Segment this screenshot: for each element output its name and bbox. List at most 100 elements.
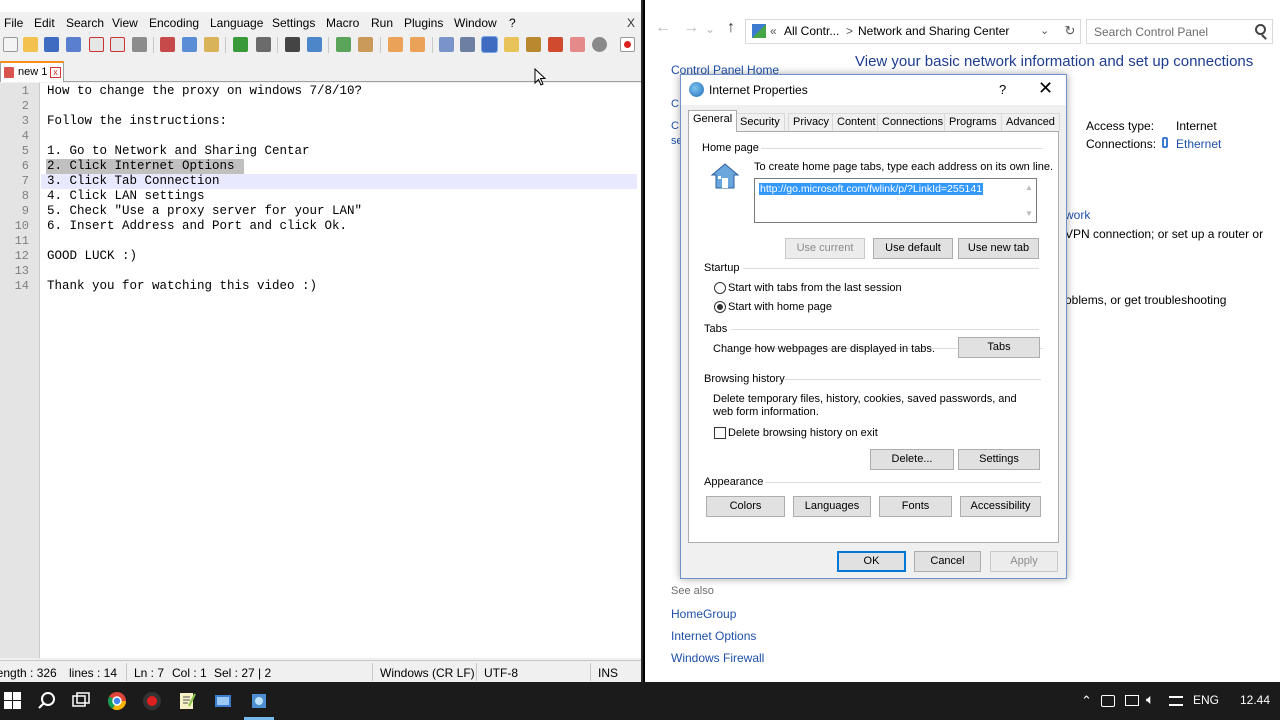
tab-connections[interactable]: Connections — [877, 113, 949, 132]
sidebar-link-fragment[interactable]: C — [671, 120, 679, 132]
windows-start-icon[interactable] — [4, 692, 21, 709]
tab-close-icon[interactable]: x — [50, 67, 61, 78]
close-document-button[interactable]: X — [627, 16, 635, 30]
print-icon[interactable] — [132, 37, 147, 52]
scrollbar[interactable]: ▲ ▼ — [1024, 181, 1034, 220]
tab-general[interactable]: General — [688, 110, 738, 132]
sidebar-link-fragment[interactable]: C — [671, 98, 679, 110]
sync-horizontal-icon[interactable] — [410, 37, 425, 52]
udl-icon[interactable] — [504, 37, 519, 52]
search-icon[interactable] — [37, 691, 57, 711]
function-list-icon[interactable] — [548, 37, 563, 52]
cancel-button[interactable]: Cancel — [914, 551, 981, 572]
tab-programs[interactable]: Programs — [944, 113, 1002, 132]
breadcrumb-all-control-panel[interactable]: All Contr... — [784, 24, 839, 38]
radio-home-page[interactable] — [714, 301, 726, 313]
menu-help[interactable]: ? — [509, 16, 516, 30]
notepad-plus-plus-icon[interactable] — [177, 691, 197, 711]
menu-settings[interactable]: Settings — [272, 16, 315, 30]
internet-properties-taskbar-icon[interactable] — [249, 691, 269, 711]
tab-privacy[interactable]: Privacy — [788, 113, 835, 132]
show-all-characters-icon[interactable] — [460, 37, 475, 52]
ethernet-link[interactable]: Ethernet — [1176, 137, 1221, 151]
history-settings-button[interactable]: Settings — [958, 449, 1040, 470]
menu-plugins[interactable]: Plugins — [404, 16, 443, 30]
record-macro-icon[interactable] — [620, 37, 635, 52]
tab-content[interactable]: Content — [832, 113, 881, 132]
breadcrumb[interactable]: « All Contr... > Network and Sharing Cen… — [745, 19, 1081, 44]
volume-icon[interactable]: 🔈︎ — [1146, 691, 1154, 708]
tab-new-1[interactable]: new 1 x — [0, 61, 64, 82]
languages-button[interactable]: Languages — [793, 496, 871, 517]
zoom-in-icon[interactable] — [336, 37, 351, 52]
forward-arrow-icon[interactable]: → — [683, 19, 699, 37]
battery-icon[interactable] — [1101, 695, 1115, 707]
action-center-icon[interactable] — [1169, 696, 1183, 706]
delete-on-exit-label[interactable]: Delete browsing history on exit — [728, 427, 878, 440]
zoom-out-icon[interactable] — [358, 37, 373, 52]
clock[interactable]: 12.44 — [1240, 693, 1270, 707]
recent-dropdown-icon[interactable]: ⌄ — [705, 22, 715, 36]
delete-button[interactable]: Delete... — [870, 449, 954, 470]
paste-icon[interactable] — [204, 37, 219, 52]
status-eol[interactable]: Windows (CR LF) — [380, 666, 475, 680]
menu-language[interactable]: Language — [210, 16, 263, 30]
radio-last-session[interactable] — [714, 282, 726, 294]
menu-macro[interactable]: Macro — [326, 16, 359, 30]
menu-window[interactable]: Window — [454, 16, 497, 30]
close-all-icon[interactable] — [110, 37, 125, 52]
search-input[interactable]: Search Control Panel — [1086, 19, 1273, 44]
windows-firewall-link[interactable]: Windows Firewall — [671, 651, 764, 665]
breadcrumb-network-sharing-center[interactable]: Network and Sharing Center — [858, 24, 1009, 38]
chrome-icon[interactable] — [107, 691, 127, 711]
refresh-icon[interactable]: ↻ — [1059, 19, 1081, 44]
copy-icon[interactable] — [182, 37, 197, 52]
word-wrap-icon[interactable] — [439, 37, 454, 52]
redo-icon[interactable] — [256, 37, 271, 52]
editor[interactable]: 1 2 3 4 5 6 7 8 9 10 11 12 13 14 How to … — [0, 83, 641, 658]
new-connection-link-fragment[interactable]: work — [1065, 208, 1090, 222]
replace-icon[interactable] — [307, 37, 322, 52]
network-icon[interactable] — [1125, 695, 1139, 706]
dialog-titlebar[interactable]: Internet Properties ? ✕ — [681, 75, 1066, 105]
ok-button[interactable]: OK — [837, 551, 906, 572]
save-all-icon[interactable] — [66, 37, 81, 52]
find-icon[interactable] — [285, 37, 300, 52]
control-panel-taskbar-icon[interactable] — [213, 691, 233, 711]
use-current-button[interactable]: Use current — [785, 238, 865, 259]
screen-recorder-icon[interactable] — [142, 691, 162, 711]
new-file-icon[interactable] — [3, 37, 18, 52]
breadcrumb-overflow[interactable]: « — [770, 24, 777, 38]
radio-last-session-label[interactable]: Start with tabs from the last session — [728, 282, 902, 295]
close-icon[interactable]: ✕ — [1038, 78, 1053, 99]
homegroup-link[interactable]: HomeGroup — [671, 607, 736, 621]
menu-search[interactable]: Search — [66, 16, 104, 30]
menu-encoding[interactable]: Encoding — [149, 16, 199, 30]
status-encoding[interactable]: UTF-8 — [484, 666, 518, 680]
undo-icon[interactable] — [233, 37, 248, 52]
sync-vertical-icon[interactable] — [388, 37, 403, 52]
tabs-button[interactable]: Tabs — [958, 337, 1040, 358]
menu-edit[interactable]: Edit — [34, 16, 55, 30]
save-icon[interactable] — [44, 37, 59, 52]
language-indicator[interactable]: ENG — [1193, 693, 1219, 707]
doc-map-icon[interactable] — [526, 37, 541, 52]
monitoring-icon[interactable] — [592, 37, 607, 52]
menu-run[interactable]: Run — [371, 16, 393, 30]
radio-home-page-label[interactable]: Start with home page — [728, 301, 832, 314]
indent-guide-icon[interactable] — [481, 36, 498, 53]
colors-button[interactable]: Colors — [706, 496, 785, 517]
status-insert-mode[interactable]: INS — [598, 666, 618, 680]
task-view-icon[interactable] — [71, 691, 91, 711]
folder-as-workspace-icon[interactable] — [570, 37, 585, 52]
use-default-button[interactable]: Use default — [873, 238, 953, 259]
menu-view[interactable]: View — [112, 16, 138, 30]
home-page-url-field[interactable]: http://go.microsoft.com/fwlink/p/?LinkId… — [754, 178, 1037, 223]
help-button[interactable]: ? — [999, 82, 1006, 97]
chevron-down-icon[interactable]: ⌄ — [1040, 24, 1049, 37]
open-folder-icon[interactable] — [23, 37, 38, 52]
tab-advanced[interactable]: Advanced — [1001, 113, 1060, 132]
chevron-up-icon[interactable]: ⌃ — [1081, 693, 1092, 709]
close-file-icon[interactable] — [89, 37, 104, 52]
cut-icon[interactable] — [160, 37, 175, 52]
